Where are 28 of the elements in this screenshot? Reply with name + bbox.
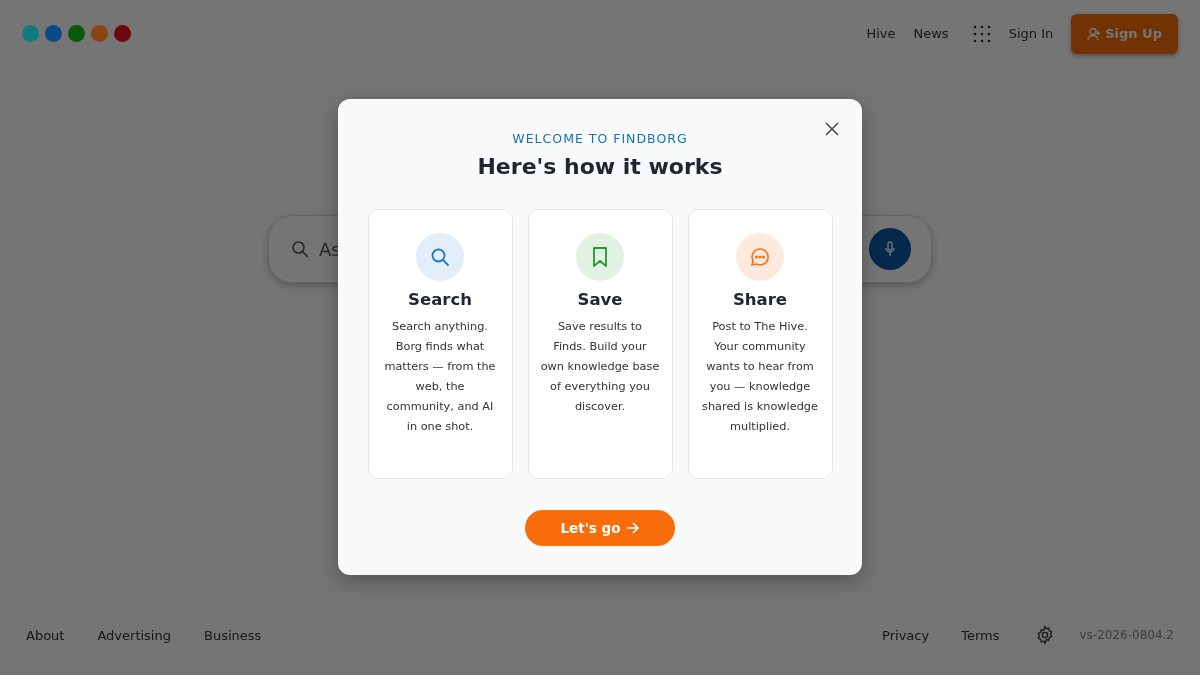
dialog-title: Here's how it works <box>477 154 723 179</box>
card-description: Search anything. Borg finds what matters — from the web, the community, and AI in one shot. <box>383 319 497 435</box>
card-description: Save results to Finds. Build your own knowledge base of everything you discover. <box>539 319 661 415</box>
dialog-eyebrow: WELCOME TO FINDBORG <box>512 131 688 146</box>
footer-link[interactable]: About <box>26 627 65 643</box>
apps-grid-icon[interactable] <box>972 24 991 43</box>
chat-bubble-icon <box>750 247 770 267</box>
search-icon <box>430 247 450 267</box>
nav-link[interactable]: News <box>913 26 949 41</box>
card-title: Share <box>732 290 788 309</box>
footer-link[interactable]: Privacy <box>882 627 930 643</box>
arrow-right-icon <box>625 522 640 534</box>
microphone-button[interactable] <box>869 228 911 270</box>
card-title: Search <box>408 290 472 309</box>
card-description: Post to The Hive. Your community wants to hear from you — knowledge shared is knowledge multiplied. <box>701 319 819 435</box>
footer-link[interactable]: Business <box>204 627 262 643</box>
bookmark-icon <box>592 247 608 267</box>
search-icon <box>291 240 309 258</box>
nav-link[interactable]: Hive <box>866 26 896 41</box>
lets-go-button[interactable]: Let's go <box>525 510 675 546</box>
sign-up-button[interactable]: Sign Up <box>1071 13 1178 54</box>
card-title: Save <box>577 290 623 309</box>
add-user-icon <box>1087 26 1102 41</box>
close-icon[interactable] <box>824 121 840 137</box>
footer-link[interactable]: Terms <box>961 627 1000 643</box>
sign-in-link[interactable]: Sign In <box>1008 26 1054 41</box>
microphone-icon <box>884 241 896 257</box>
footer-link[interactable]: Advertising <box>97 627 171 643</box>
